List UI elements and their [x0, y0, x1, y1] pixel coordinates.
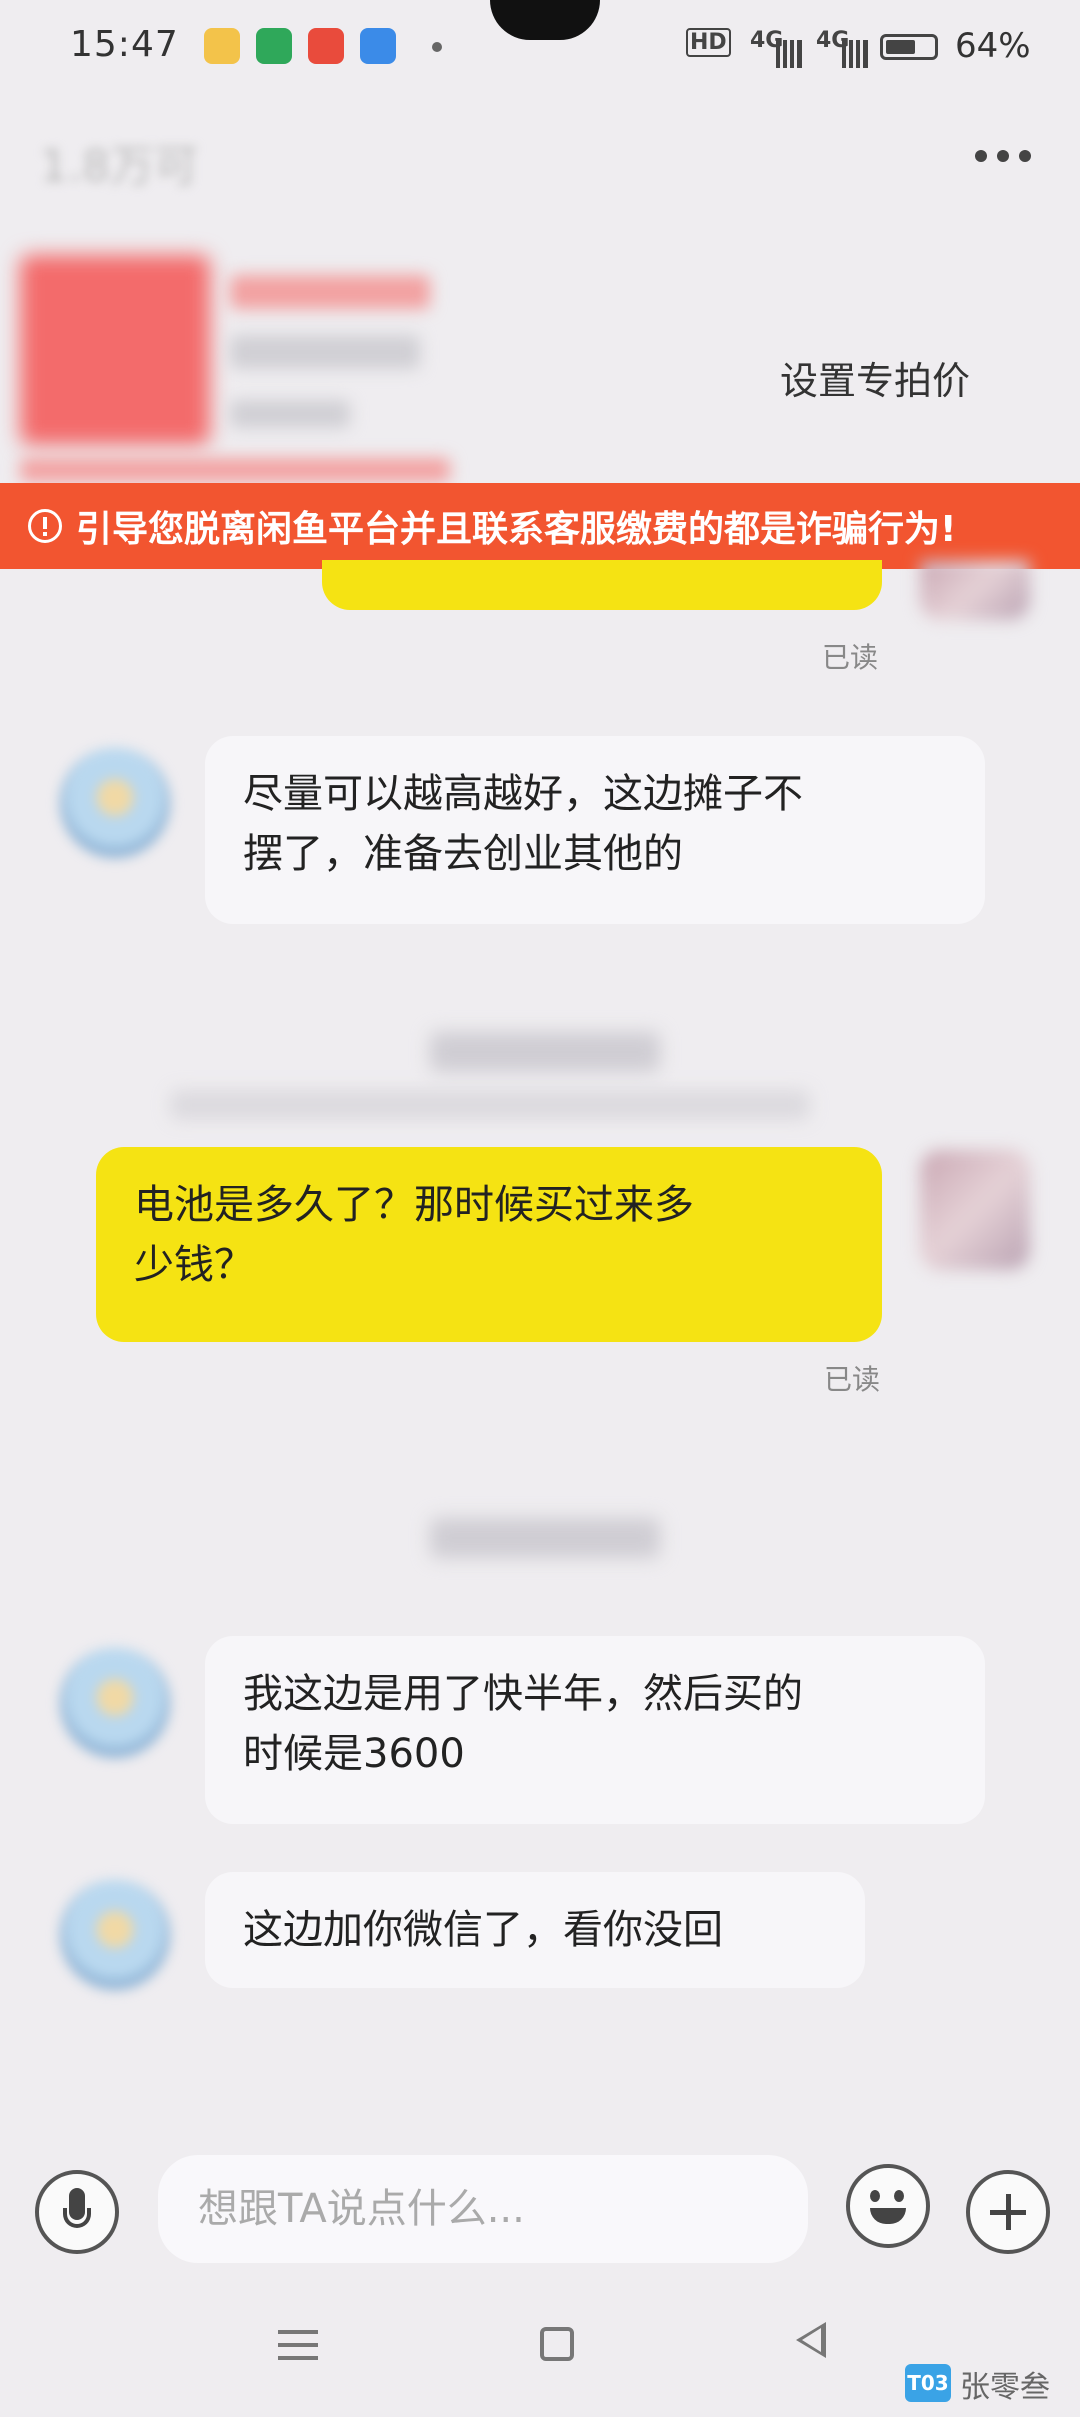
- hd-indicator: HD: [686, 28, 731, 57]
- more-actions-button[interactable]: [966, 2170, 1050, 2254]
- product-price-blurred: [230, 335, 420, 369]
- message-text-line: 电池是多久了？那时候买过来多: [134, 1182, 694, 1228]
- message-text-line: 我这边是用了快半年，然后买的: [243, 1671, 803, 1717]
- timestamp-blurred: [430, 1518, 660, 1558]
- fraud-warning-text: 引导您脱离闲鱼平台并且联系客服缴费的都是诈骗行为!: [76, 509, 957, 550]
- message-text-line: 尽量可以越高越好，这边摊子不: [243, 771, 803, 817]
- notification-dot-icon: [432, 42, 442, 52]
- message-input[interactable]: [158, 2155, 808, 2263]
- message-text: 这边加你微信了，看你没回: [243, 1907, 723, 1953]
- contact-avatar[interactable]: [60, 748, 170, 858]
- voice-input-button[interactable]: [35, 2170, 119, 2254]
- contact-avatar[interactable]: [60, 1648, 170, 1758]
- received-message-bubble[interactable]: 这边加你微信了，看你没回: [205, 1872, 865, 1988]
- read-receipt: 已读: [822, 641, 879, 674]
- more-options-icon[interactable]: [975, 150, 1031, 162]
- read-receipt: 已读: [824, 1363, 881, 1396]
- signal-bars-1-icon: [776, 40, 802, 68]
- nav-back-icon-inner: [802, 2328, 821, 2352]
- notification-message-icon: [360, 28, 396, 64]
- self-avatar[interactable]: [920, 560, 1030, 620]
- watermark-logo: T03: [905, 2364, 951, 2402]
- nav-menu-icon[interactable]: [278, 2330, 318, 2369]
- watermark-text: 张零叁: [960, 2370, 1050, 2405]
- received-message-bubble[interactable]: 我这边是用了快半年，然后买的 时候是3600: [205, 1636, 985, 1824]
- battery-fill: [886, 40, 915, 54]
- set-special-price-button[interactable]: 设置专拍价: [780, 350, 970, 405]
- warning-icon: [28, 509, 62, 543]
- product-strip-blurred: [20, 458, 450, 482]
- notice-blurred: [170, 1090, 810, 1120]
- nav-home-icon[interactable]: [540, 2327, 574, 2361]
- notification-shield-icon: [256, 28, 292, 64]
- battery-percent: 64%: [955, 26, 1031, 66]
- notification-news-icon: [308, 28, 344, 64]
- message-text-line: 摆了，准备去创业其他的: [243, 831, 683, 877]
- emoji-button[interactable]: [846, 2164, 930, 2248]
- contact-avatar[interactable]: [60, 1880, 170, 1990]
- status-time: 15:47: [70, 24, 179, 65]
- self-avatar[interactable]: [920, 1150, 1030, 1270]
- product-title-blurred: [230, 275, 430, 309]
- signal-bars-2-icon: [842, 40, 868, 68]
- fraud-warning-banner: 引导您脱离闲鱼平台并且联系客服缴费的都是诈骗行为!: [0, 483, 1080, 569]
- battery-icon: [880, 34, 938, 60]
- sent-message-bubble[interactable]: 电池是多久了？那时候买过来多 少钱？: [96, 1147, 882, 1342]
- product-thumbnail[interactable]: [20, 255, 210, 445]
- received-message-bubble[interactable]: 尽量可以越高越好，这边摊子不 摆了，准备去创业其他的: [205, 736, 985, 924]
- message-text-line: 少钱？: [134, 1242, 254, 1288]
- self-message-bubble-cut[interactable]: [322, 560, 882, 610]
- notification-app-icon: [204, 28, 240, 64]
- message-text-line: 时候是3600: [243, 1731, 465, 1777]
- product-meta-blurred: [230, 400, 350, 428]
- chat-title: 1.8万可: [40, 141, 198, 192]
- status-bar: 15:47 HD 4G 4G 64%: [0, 0, 1080, 100]
- timestamp-blurred: [430, 1032, 660, 1072]
- camera-notch: [490, 0, 600, 40]
